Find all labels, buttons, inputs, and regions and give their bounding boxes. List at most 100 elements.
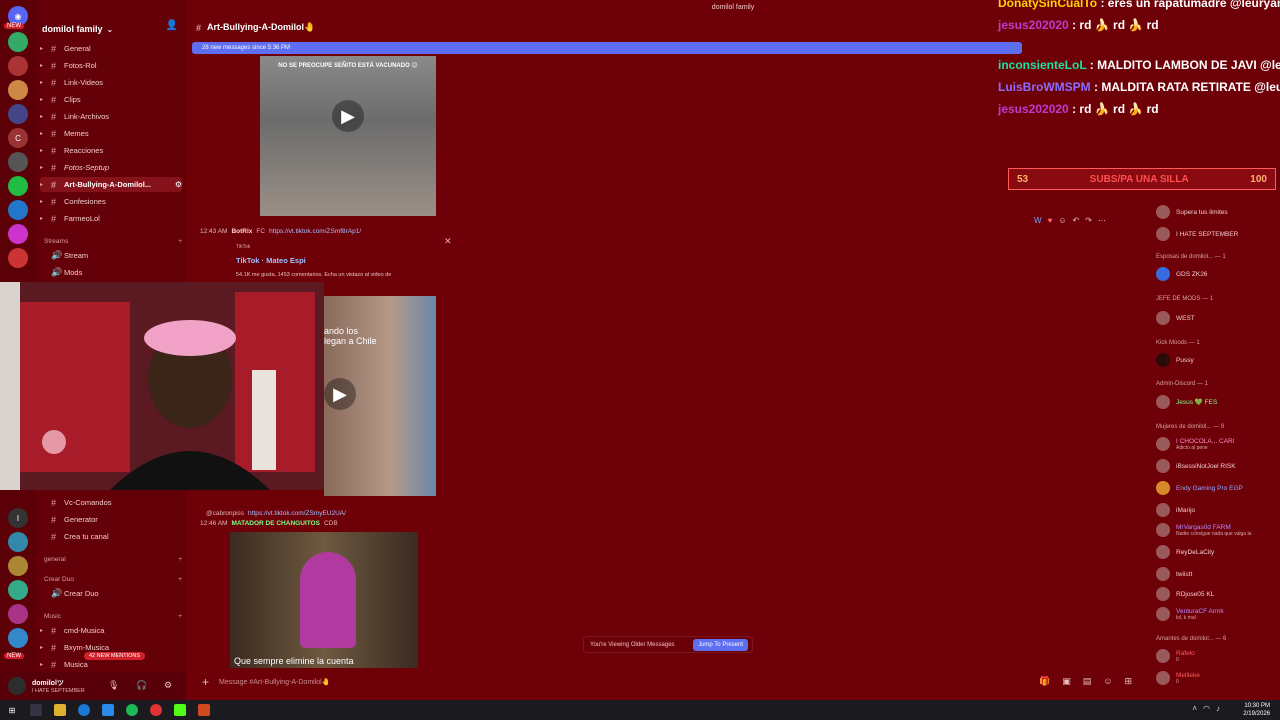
member-item[interactable]: RDjose05 KL xyxy=(1156,586,1280,602)
sidebar-item-crea-tu-canal[interactable]: # Crea tu canal xyxy=(40,529,182,544)
member-item[interactable]: Endy Gaming Pro EGP xyxy=(1156,480,1280,496)
server-icon[interactable] xyxy=(8,104,28,124)
sidebar-item-reacciones[interactable]: ▸ # Reacciones xyxy=(40,143,182,158)
sidebar-item-memes[interactable]: ▸ # Memes xyxy=(40,126,182,141)
server-icon[interactable] xyxy=(8,580,28,600)
windows-start-icon[interactable]: ⊞ xyxy=(6,704,18,716)
chevron-up-icon[interactable]: ˄ xyxy=(1192,704,1197,713)
new-mentions-badge[interactable]: 42 NEW MENTIONS xyxy=(84,652,146,660)
server-icon[interactable] xyxy=(8,80,28,100)
server-icon[interactable] xyxy=(8,628,28,648)
sidebar-item-farmeolol[interactable]: ▸ # FarmeoLol xyxy=(40,211,182,226)
settings-icon[interactable]: ⚙ xyxy=(175,180,182,189)
gear-icon[interactable]: ⚙ xyxy=(164,680,172,691)
category-general[interactable]: general + xyxy=(44,556,182,563)
sticker-icon[interactable]: ▤ xyxy=(1083,676,1092,687)
microphone-icon[interactable]: 🎙 xyxy=(108,680,119,691)
member-item[interactable]: Mellleke 0 xyxy=(1156,670,1280,686)
server-icon[interactable] xyxy=(8,604,28,624)
server-icon[interactable] xyxy=(8,56,28,76)
member-item[interactable]: Jesus 💚 FES xyxy=(1156,394,1280,410)
sidebar-item-vc-comandos[interactable]: # Vc-Comandos xyxy=(40,495,182,510)
reaction-icon[interactable]: W xyxy=(1034,216,1042,225)
avatar[interactable] xyxy=(8,677,26,695)
sidebar-item-generator[interactable]: # Generator xyxy=(40,512,182,527)
sidebar-item-clips[interactable]: ▸ # Clips xyxy=(40,92,182,107)
server-icon[interactable] xyxy=(8,532,28,552)
add-channel-icon[interactable]: + xyxy=(178,613,182,620)
sidebar-item-crear-duo[interactable]: 🔊 Crear Duo xyxy=(40,586,182,601)
server-icon[interactable] xyxy=(8,176,28,196)
gif-embed[interactable]: Que sempre elimine la cuenta xyxy=(230,532,418,668)
play-icon[interactable]: ▶ xyxy=(332,100,364,132)
sidebar-item-fotos-septup[interactable]: ▸ # Fotos-Septup xyxy=(40,160,182,175)
wifi-icon[interactable]: ◠ xyxy=(1203,704,1210,713)
member-item[interactable]: twiistt xyxy=(1156,566,1280,582)
member-item[interactable]: GDS ZK26 xyxy=(1156,266,1280,282)
server-icon[interactable] xyxy=(8,248,28,268)
add-channel-icon[interactable]: + xyxy=(178,238,182,245)
reply-reference[interactable]: @cabronpiss https://vt.tiktok.com/ZSmyEU… xyxy=(206,510,346,517)
gif-icon[interactable]: ▣ xyxy=(1062,676,1071,687)
obs-icon[interactable] xyxy=(198,704,210,716)
play-icon[interactable]: ▶ xyxy=(324,378,356,410)
category-music[interactable]: Music + xyxy=(44,613,182,620)
server-name-header[interactable]: domilol family ⌄ 👤 xyxy=(42,20,182,38)
chrome-icon[interactable] xyxy=(150,704,162,716)
member-item[interactable]: Pussy xyxy=(1156,352,1280,368)
taskbar-clock[interactable]: 10:30 PM 2/19/2026 xyxy=(1243,702,1270,718)
sidebar-item-link-videos[interactable]: ▸ # Link-Videos xyxy=(40,75,182,90)
reply-icon[interactable]: ↶ xyxy=(1072,216,1079,225)
member-item[interactable]: Supera tus limites xyxy=(1156,204,1280,220)
member-item[interactable]: ReyDeLaCity xyxy=(1156,544,1280,560)
sidebar-item-fotos-rol[interactable]: ▸ # Fotos-Rol xyxy=(40,58,182,73)
store-icon[interactable] xyxy=(102,704,114,716)
jump-to-present-button[interactable]: Jump To Present xyxy=(693,638,748,651)
new-messages-banner[interactable]: 28 new messages since 5:36 PM xyxy=(192,42,1022,54)
server-icon[interactable] xyxy=(8,152,28,172)
embed-title[interactable]: TikTok · Mateo Espi xyxy=(236,256,306,265)
kick-icon[interactable] xyxy=(174,704,186,716)
member-item[interactable]: VenturaCF Armk lol, k mal xyxy=(1156,606,1280,622)
sidebar-item-link-archivos[interactable]: ▸ # Link-Archivos xyxy=(40,109,182,124)
gift-icon[interactable]: 🎁 xyxy=(1039,676,1050,687)
file-explorer-icon[interactable] xyxy=(54,704,66,716)
server-icon[interactable]: C xyxy=(8,128,28,148)
member-item[interactable]: WEST xyxy=(1156,310,1280,326)
volume-icon[interactable]: ♪ xyxy=(1216,704,1220,713)
sidebar-item-art-bullying[interactable]: ▸ # Art-Bullying-A-Domilol... ⚙ xyxy=(40,177,182,192)
add-channel-icon[interactable]: + xyxy=(178,576,182,583)
add-attachment-icon[interactable]: + xyxy=(202,675,209,689)
server-icon[interactable]: I xyxy=(8,508,28,528)
category-streams[interactable]: Streams + xyxy=(44,238,182,245)
message-author[interactable]: MATADOR DE CHANGUITOS xyxy=(231,520,319,527)
sidebar-item-stream[interactable]: 🔊 Stream xyxy=(40,248,182,263)
sidebar-item-cmd-musica[interactable]: ▸ # cmd-Musica xyxy=(40,623,182,638)
message-author[interactable]: BotRix xyxy=(231,228,252,235)
add-reaction-icon[interactable]: ☺ xyxy=(1058,216,1066,225)
reply-link[interactable]: https://vt.tiktok.com/ZSmyEU2UA/ xyxy=(248,510,346,517)
task-view-icon[interactable] xyxy=(30,704,42,716)
server-icon[interactable] xyxy=(8,556,28,576)
message-input[interactable]: Message #Art-Bullying-A-Domilol🤚 xyxy=(219,678,330,686)
add-channel-icon[interactable]: + xyxy=(178,556,182,563)
member-item[interactable]: MrVargas0d FARM Nadie consigue nada que v… xyxy=(1156,522,1280,538)
sidebar-item-mods[interactable]: 🔊 Mods xyxy=(40,265,182,280)
member-item[interactable]: Rafelo 0 xyxy=(1156,648,1280,664)
sidebar-item-confesiones[interactable]: ▸ # Confesiones xyxy=(40,194,182,209)
spotify-icon[interactable] xyxy=(126,704,138,716)
member-item[interactable]: iBsessiNotJoel RISK xyxy=(1156,458,1280,474)
apps-icon[interactable]: ⊞ xyxy=(1124,676,1132,687)
member-item[interactable]: I CHOCOLA... CARI Adicto al pene xyxy=(1156,436,1280,452)
message-link[interactable]: https://vt.tiktok.com/ZSmf8rAp1/ xyxy=(269,228,361,235)
sidebar-item-general[interactable]: ▸ # General xyxy=(40,41,182,56)
headphones-icon[interactable]: 🎧 xyxy=(136,680,147,691)
video-embed[interactable]: NO SE PREOCUPE SEÑITO ESTÁ VACUNADO 😊 ▶ xyxy=(260,56,436,216)
category-crear-duo[interactable]: Crear Duo + xyxy=(44,576,182,583)
server-icon[interactable] xyxy=(8,224,28,244)
server-icon[interactable] xyxy=(8,32,28,52)
reaction-icon[interactable]: ♥ xyxy=(1048,216,1053,225)
member-item[interactable]: I HATE SEPTEMBER xyxy=(1156,226,1280,242)
more-icon[interactable]: ⋯ xyxy=(1098,216,1106,225)
forward-icon[interactable]: ↷ xyxy=(1085,216,1092,225)
